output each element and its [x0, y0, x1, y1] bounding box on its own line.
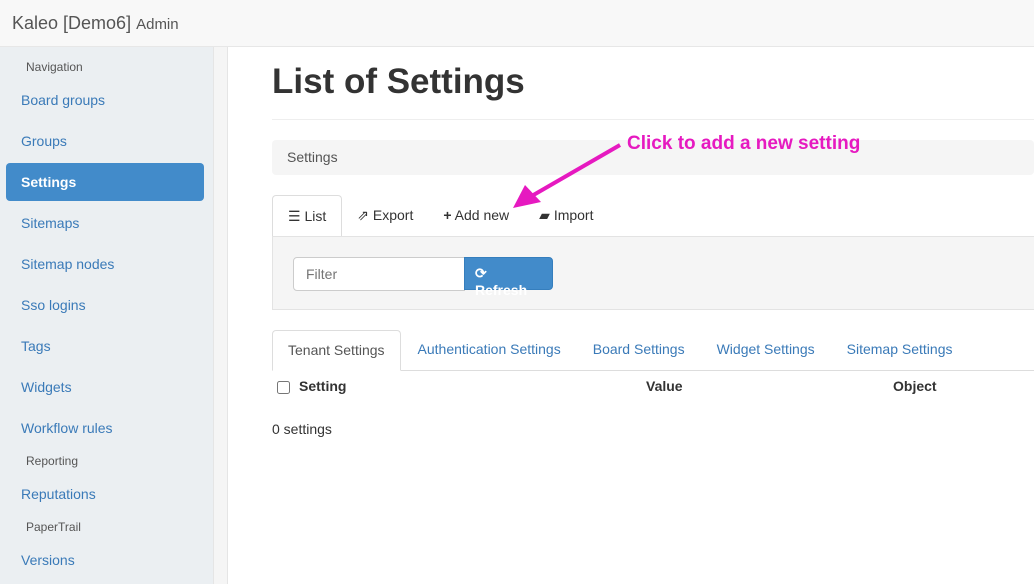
tab-export[interactable]: ⇗ Export	[342, 195, 428, 237]
tab-authentication-settings[interactable]: Authentication Settings	[403, 330, 576, 370]
divider	[272, 119, 1034, 120]
sidebar-gutter	[214, 47, 228, 584]
page-title: List of Settings	[272, 62, 525, 101]
sidebar-item-sitemap-nodes[interactable]: Sitemap nodes	[6, 245, 204, 283]
tab-label: Add new	[454, 207, 510, 223]
tab-widget-settings[interactable]: Widget Settings	[702, 330, 830, 370]
refresh-label: Refresh	[475, 282, 528, 298]
tab-add-new[interactable]: + Add new	[428, 195, 524, 237]
refresh-icon: ⟳	[475, 265, 487, 281]
sidebar: Navigation Board groups Groups Settings …	[0, 47, 214, 584]
tab-import[interactable]: ▰ Import	[524, 195, 608, 237]
brand-name: Kaleo [Demo6]	[12, 13, 132, 33]
refresh-button[interactable]: ⟳ Refresh	[464, 257, 553, 298]
top-navbar: Kaleo [Demo6] Admin	[0, 0, 1034, 47]
tab-list[interactable]: ☰ List	[272, 195, 343, 237]
sidebar-item-sitemaps[interactable]: Sitemaps	[6, 204, 204, 242]
tab-tenant-settings[interactable]: Tenant Settings	[272, 330, 401, 371]
annotation-text: Click to add a new setting	[627, 133, 861, 154]
share-icon: ⇗	[357, 207, 369, 223]
sidebar-item-groups[interactable]: Groups	[6, 122, 204, 160]
select-all-checkbox[interactable]	[277, 381, 290, 394]
action-tabs: ☰ List ⇗ Export + Add new ▰ Import	[272, 195, 609, 237]
tab-label: List	[304, 208, 327, 224]
sidebar-item-settings[interactable]: Settings	[6, 163, 204, 201]
column-header-object[interactable]: Object	[893, 378, 937, 394]
nav-heading-navigation: Navigation	[26, 60, 83, 74]
nav-heading-reporting: Reporting	[26, 454, 79, 468]
brand[interactable]: Kaleo [Demo6] Admin	[12, 13, 179, 34]
nav-heading-papertrail: PaperTrail	[26, 520, 81, 534]
sidebar-item-board-groups[interactable]: Board groups	[6, 81, 204, 119]
sidebar-item-reputations[interactable]: Reputations	[6, 475, 204, 513]
tab-label: Export	[372, 207, 414, 223]
filter-input[interactable]	[293, 257, 465, 291]
tab-board-settings[interactable]: Board Settings	[578, 330, 700, 370]
sidebar-item-widgets[interactable]: Widgets	[6, 368, 204, 406]
filter-panel: ⟳ Refresh	[272, 236, 1034, 310]
tab-sitemap-settings[interactable]: Sitemap Settings	[832, 330, 968, 370]
settings-tabs: Tenant Settings Authentication Settings …	[272, 330, 1034, 371]
tab-label: Import	[553, 207, 594, 223]
sidebar-item-tags[interactable]: Tags	[6, 327, 204, 365]
folder-open-icon: ▰	[539, 207, 550, 223]
list-icon: ☰	[288, 208, 301, 224]
column-header-value[interactable]: Value	[646, 378, 683, 394]
sidebar-item-versions[interactable]: Versions	[6, 541, 204, 579]
sidebar-item-sso-logins[interactable]: Sso logins	[6, 286, 204, 324]
plus-icon: +	[443, 207, 452, 223]
column-header-setting[interactable]: Setting	[299, 378, 346, 394]
settings-count: 0 settings	[272, 421, 332, 437]
brand-subtitle: Admin	[136, 16, 179, 33]
sidebar-item-workflow-rules[interactable]: Workflow rules	[6, 409, 204, 447]
